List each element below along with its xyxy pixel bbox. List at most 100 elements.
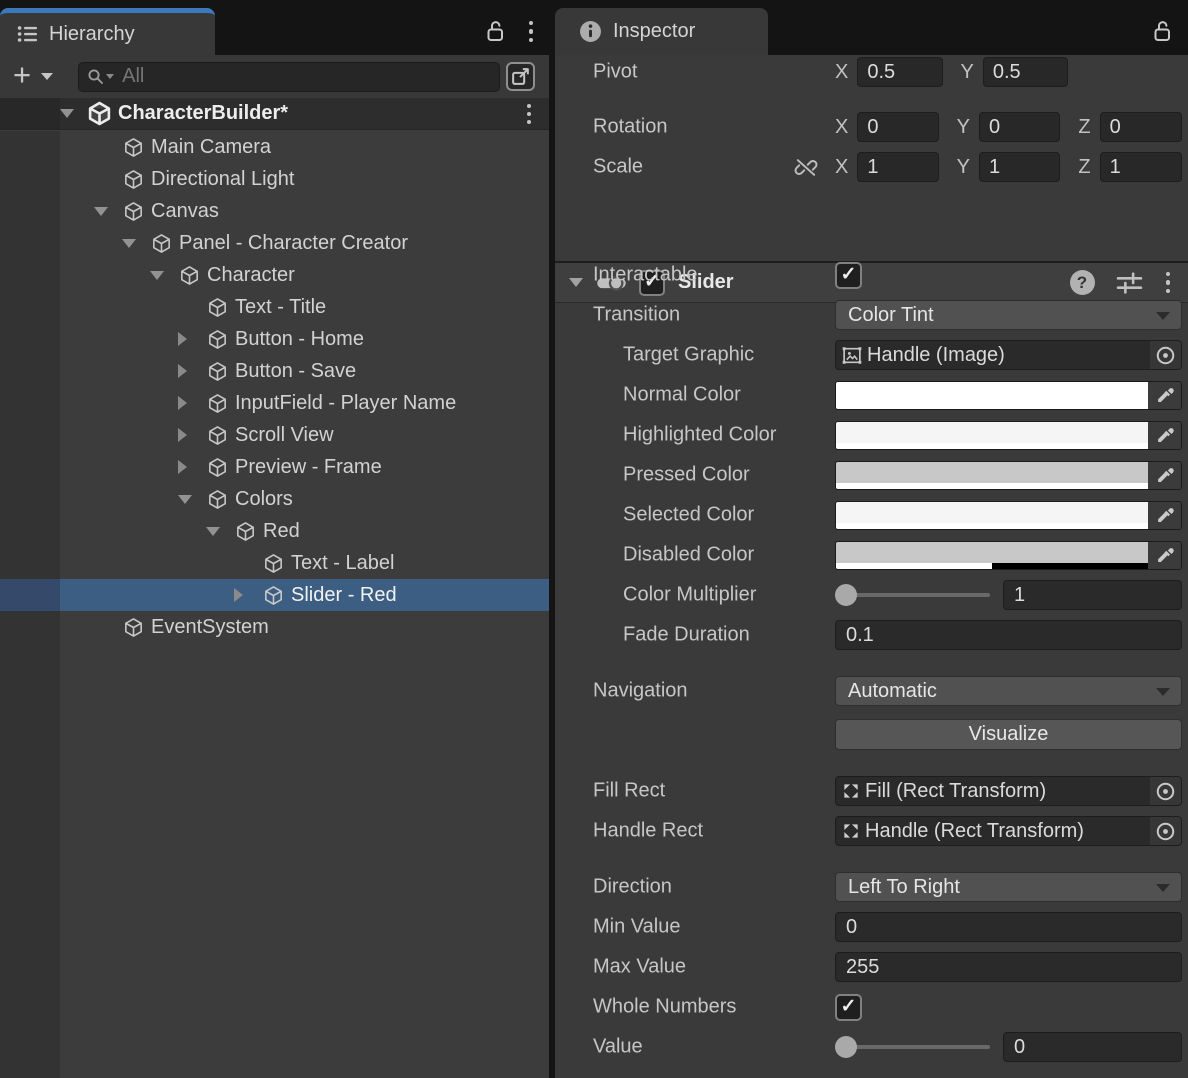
expand-arrow[interactable] — [150, 271, 164, 280]
tree-item-text-label[interactable]: Text - Label — [0, 547, 549, 579]
visualize-button[interactable]: Visualize — [835, 719, 1182, 750]
disabled-color-label: Disabled Color — [623, 544, 754, 567]
pivot-y-field[interactable]: 0.5 — [983, 57, 1068, 87]
expand-arrow[interactable] — [206, 527, 220, 536]
pressed-color-swatch[interactable] — [835, 461, 1182, 490]
collapse-arrow[interactable] — [234, 588, 243, 602]
rotation-z-field[interactable]: 0 — [1100, 112, 1182, 142]
scale-y-field[interactable]: 1 — [979, 152, 1060, 182]
collapse-arrow[interactable] — [178, 428, 187, 442]
highlighted-color-swatch[interactable] — [835, 421, 1182, 450]
normal-color-swatch[interactable] — [835, 381, 1182, 410]
unlock-icon[interactable] — [1151, 19, 1174, 44]
eyedropper-button[interactable] — [1148, 502, 1181, 529]
rotation-y-field[interactable]: 0 — [979, 112, 1060, 142]
tree-item-directional-light[interactable]: Directional Light — [0, 163, 549, 195]
tree-item-inputfield-player-name[interactable]: InputField - Player Name — [0, 387, 549, 419]
max-value-field[interactable]: 255 — [835, 952, 1182, 982]
eyedropper-button[interactable] — [1148, 422, 1181, 449]
search-input[interactable]: All — [78, 62, 500, 92]
gameobject-icon — [205, 392, 230, 414]
fill-rect-field[interactable]: Fill (Rect Transform) — [835, 776, 1182, 806]
value-field[interactable]: 0 — [1003, 1032, 1182, 1062]
create-button[interactable]: + — [13, 59, 31, 90]
tree-item-slider-red[interactable]: Slider - Red — [0, 579, 549, 611]
tree-item-eventsystem[interactable]: EventSystem — [0, 611, 549, 643]
transition-row: Transition Color Tint — [555, 300, 1188, 330]
scene-header[interactable]: CharacterBuilder* — [0, 98, 549, 130]
whole-numbers-checkbox[interactable]: ✓ — [835, 994, 862, 1021]
collapse-arrow[interactable] — [178, 364, 187, 378]
direction-dropdown[interactable]: Left To Right — [835, 872, 1182, 902]
tree-item-character[interactable]: Character — [0, 259, 549, 291]
rotation-row: Rotation X 0 Y 0 Z 0 — [555, 112, 1188, 142]
info-icon — [579, 20, 602, 43]
tree-item-main-camera[interactable]: Main Camera — [0, 131, 549, 163]
expand-arrow[interactable] — [122, 239, 136, 248]
interactable-checkbox[interactable]: ✓ — [835, 262, 862, 289]
tree-item-canvas[interactable]: Canvas — [0, 195, 549, 227]
scale-x-field[interactable]: 1 — [857, 152, 938, 182]
expand-arrow[interactable] — [178, 495, 192, 504]
tree-item-colors[interactable]: Colors — [0, 483, 549, 515]
color-multiplier-slider[interactable] — [835, 580, 992, 610]
slider-handle[interactable] — [835, 1036, 857, 1058]
create-dropdown-caret[interactable] — [41, 73, 53, 80]
unlock-icon[interactable] — [484, 19, 507, 44]
eyedropper-button[interactable] — [1148, 462, 1181, 489]
handle-rect-label: Handle Rect — [593, 820, 703, 843]
scene-expand-arrow[interactable] — [60, 109, 74, 118]
slider-track[interactable] — [844, 1045, 990, 1049]
selected-color-row: Selected Color — [555, 500, 1188, 530]
disabled-color-swatch[interactable] — [835, 541, 1182, 570]
popout-icon — [510, 66, 531, 87]
collapse-arrow[interactable] — [178, 396, 187, 410]
transition-label: Transition — [593, 304, 680, 327]
eyedropper-icon — [1155, 545, 1175, 565]
tree-item-preview-frame[interactable]: Preview - Frame — [0, 451, 549, 483]
object-picker-button[interactable] — [1150, 817, 1181, 845]
tree-item-button-save[interactable]: Button - Save — [0, 355, 549, 387]
slider-track[interactable] — [844, 593, 990, 597]
expand-arrow[interactable] — [94, 207, 108, 216]
inspector-panel: Inspector Pivot X 0.5 Y 0.5 Rotation — [555, 0, 1188, 1078]
target-graphic-field[interactable]: Handle (Image) — [835, 340, 1182, 370]
fade-duration-label: Fade Duration — [623, 624, 750, 647]
scene-menu-icon[interactable] — [525, 102, 533, 126]
search-placeholder: All — [122, 65, 144, 88]
collapse-arrow[interactable] — [178, 460, 187, 474]
collapse-arrow[interactable] — [178, 332, 187, 346]
rotation-x-field[interactable]: 0 — [857, 112, 938, 142]
tree-item-scroll-view[interactable]: Scroll View — [0, 419, 549, 451]
hierarchy-tabbar: Hierarchy — [0, 0, 549, 55]
search-filter-caret[interactable] — [106, 74, 114, 79]
min-value-field[interactable]: 0 — [835, 912, 1182, 942]
unlinked-scale-icon[interactable] — [793, 156, 819, 179]
fade-duration-field[interactable]: 0.1 — [835, 620, 1182, 650]
transition-dropdown[interactable]: Color Tint — [835, 300, 1182, 330]
scale-z-field[interactable]: 1 — [1100, 152, 1182, 182]
tab-label: Inspector — [613, 20, 695, 43]
tab-hierarchy[interactable]: Hierarchy — [0, 8, 215, 55]
navigation-dropdown[interactable]: Automatic — [835, 676, 1182, 706]
panel-menu-icon[interactable] — [527, 19, 536, 45]
eyedropper-button[interactable] — [1148, 542, 1181, 569]
tab-inspector[interactable]: Inspector — [555, 8, 768, 55]
value-row: Value 0 — [555, 1032, 1188, 1062]
handle-rect-field[interactable]: Handle (Rect Transform) — [835, 816, 1182, 846]
open-in-window-button[interactable] — [506, 62, 535, 91]
tree-item-button-home[interactable]: Button - Home — [0, 323, 549, 355]
tree-item-text-title[interactable]: Text - Title — [0, 291, 549, 323]
hierarchy-panel: Hierarchy + All CharacterBuilder* — [0, 0, 549, 1078]
object-picker-button[interactable] — [1150, 341, 1181, 369]
tree-item-panel-character-creator[interactable]: Panel - Character Creator — [0, 227, 549, 259]
value-slider[interactable] — [835, 1032, 992, 1062]
tree-item-red[interactable]: Red — [0, 515, 549, 547]
fill-rect-row: Fill Rect Fill (Rect Transform) — [555, 776, 1188, 806]
selected-color-swatch[interactable] — [835, 501, 1182, 530]
object-picker-button[interactable] — [1150, 777, 1181, 805]
pivot-x-field[interactable]: 0.5 — [857, 57, 942, 87]
eyedropper-button[interactable] — [1148, 382, 1181, 409]
color-multiplier-field[interactable]: 1 — [1003, 580, 1182, 610]
slider-handle[interactable] — [835, 584, 857, 606]
